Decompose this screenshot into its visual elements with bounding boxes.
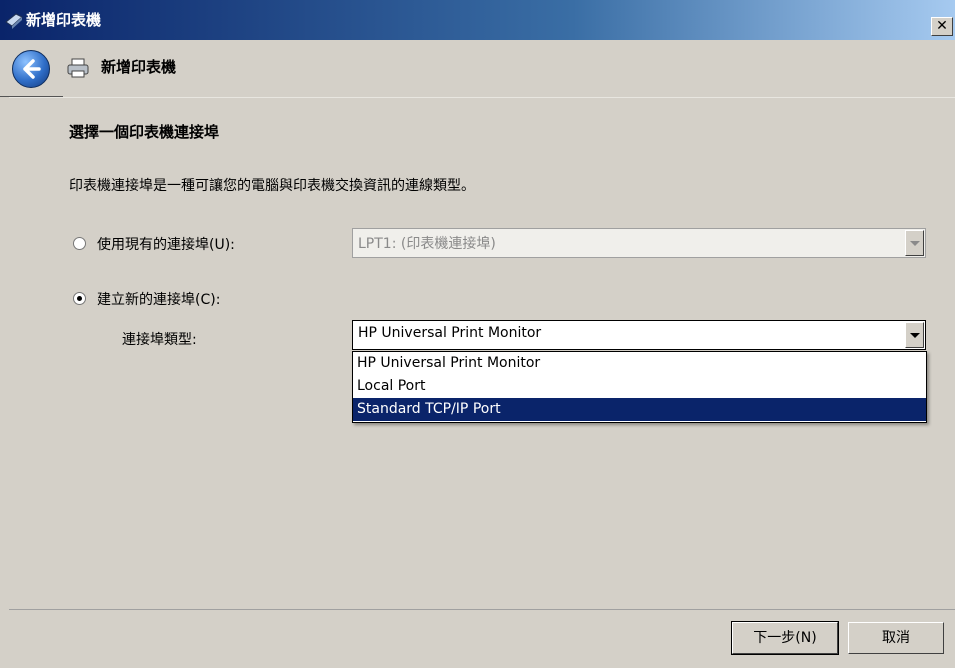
page-heading: 選擇一個印表機連接埠 bbox=[69, 123, 220, 141]
port-type-value: HP Universal Print Monitor bbox=[358, 325, 542, 341]
window-title: 新增印表機 bbox=[26, 11, 102, 29]
chevron-down-icon[interactable] bbox=[905, 322, 924, 348]
use-existing-port-label[interactable]: 使用現有的連接埠(U): bbox=[97, 234, 235, 254]
dropdown-option-standard-tcpip[interactable]: Standard TCP/IP Port bbox=[353, 398, 926, 421]
wizard-title: 新增印表機 bbox=[101, 58, 177, 76]
title-bar: 新增印表機 ✕ bbox=[0, 0, 955, 40]
close-button[interactable]: ✕ bbox=[931, 17, 953, 36]
port-type-dropdown-list: HP Universal Print Monitor Local Port St… bbox=[352, 351, 927, 423]
port-type-label: 連接埠類型: bbox=[122, 332, 197, 348]
create-new-port-label[interactable]: 建立新的連接埠(C): bbox=[97, 289, 220, 309]
back-arrow-icon bbox=[23, 59, 41, 79]
printer-wizard-icon bbox=[5, 13, 23, 29]
back-button[interactable] bbox=[12, 50, 50, 88]
port-type-combo[interactable]: HP Universal Print Monitor bbox=[352, 320, 926, 350]
next-button[interactable]: 下一步(N) bbox=[731, 621, 839, 655]
existing-port-value: LPT1: (印表機連接埠) bbox=[358, 236, 496, 252]
add-printer-window: 新增印表機 ✕ 新增印表機 選擇一個印表機連接埠 印表機連接埠是一種可讓您的電腦… bbox=[0, 0, 955, 668]
cancel-button[interactable]: 取消 bbox=[848, 622, 944, 654]
printer-icon bbox=[67, 58, 89, 78]
page-description: 印表機連接埠是一種可讓您的電腦與印表機交換資訊的連線類型。 bbox=[69, 178, 475, 194]
dropdown-option-hp-universal[interactable]: HP Universal Print Monitor bbox=[353, 352, 926, 375]
use-existing-port-radio[interactable] bbox=[73, 237, 86, 250]
existing-port-combo: LPT1: (印表機連接埠) bbox=[352, 228, 926, 258]
chevron-down-icon bbox=[905, 230, 924, 256]
create-new-port-radio[interactable] bbox=[73, 292, 86, 305]
dropdown-option-local-port[interactable]: Local Port bbox=[353, 375, 926, 398]
close-icon: ✕ bbox=[936, 18, 948, 34]
